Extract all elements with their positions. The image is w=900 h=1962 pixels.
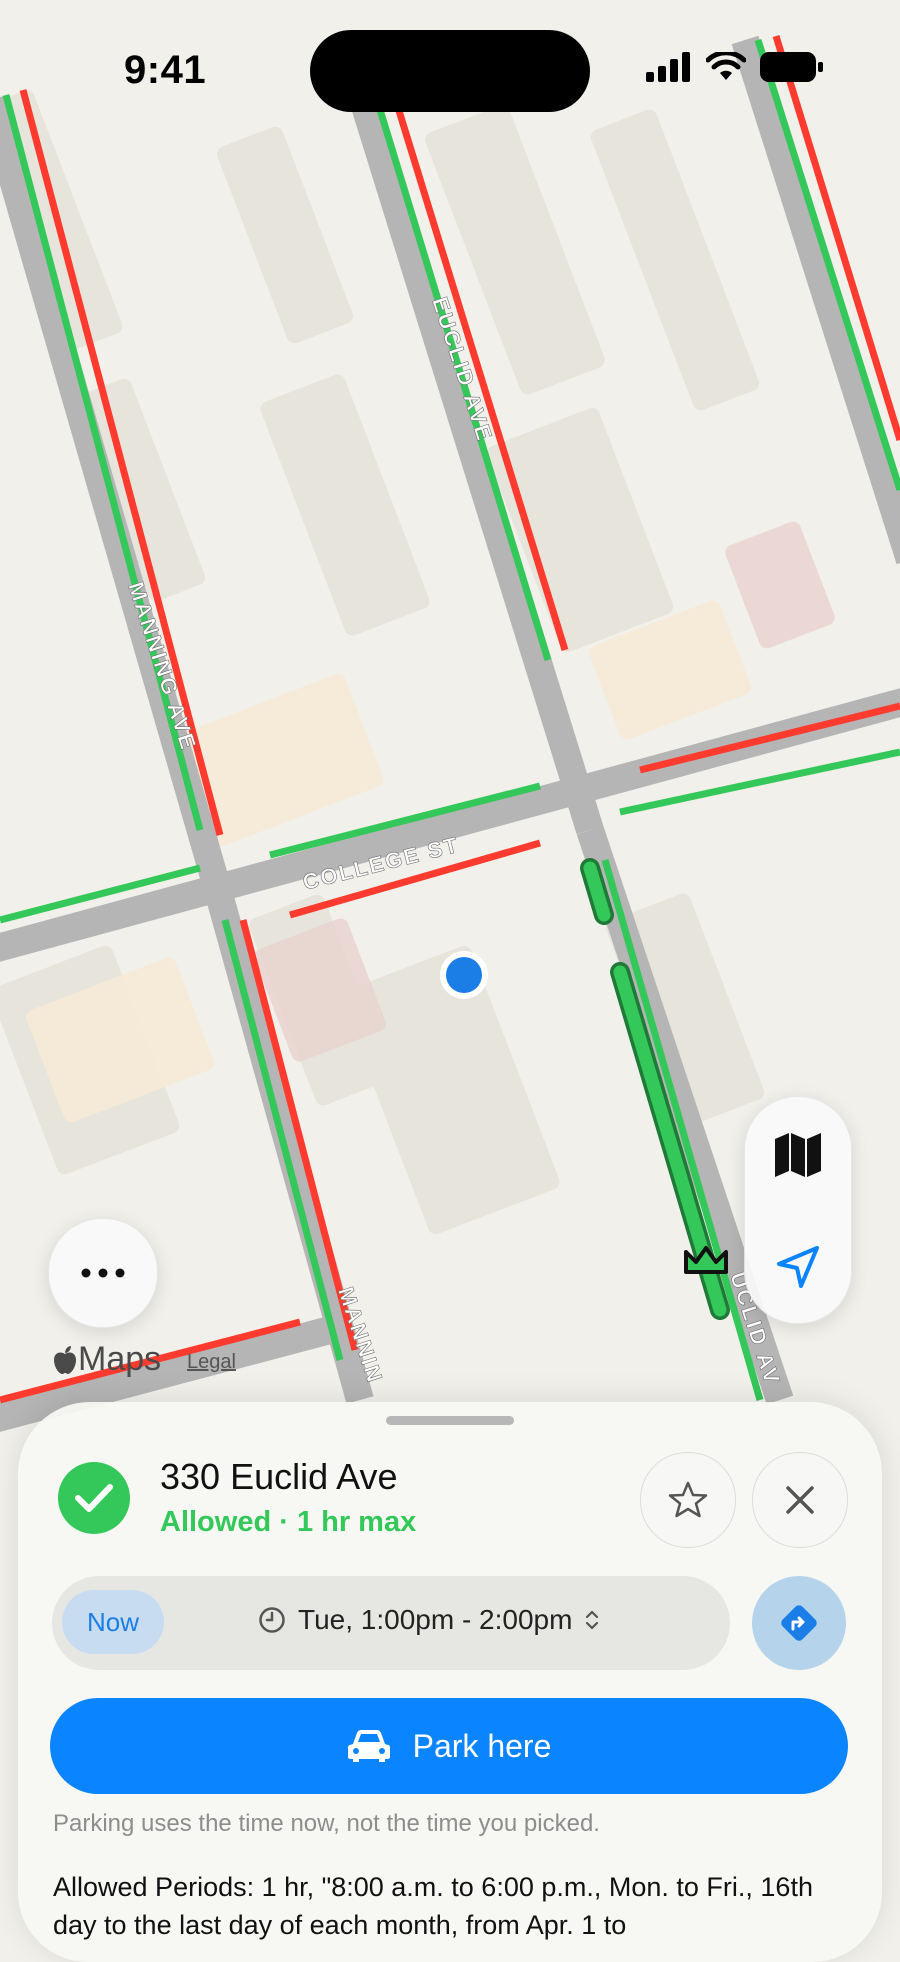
- parking-hint: Parking uses the time now, not the time …: [53, 1810, 600, 1837]
- car-icon: [347, 1730, 390, 1762]
- parking-rule: Allowed · 1 hr max: [160, 1506, 417, 1538]
- star-icon: [668, 1481, 708, 1518]
- status-icons: [646, 52, 824, 82]
- status-time: 9:41: [124, 48, 207, 92]
- time-range-picker[interactable]: Tue, 1:00pm - 2:00pm: [258, 1604, 600, 1636]
- status-bar: 9:41: [0, 0, 900, 150]
- close-icon: [786, 1486, 814, 1514]
- current-location-icon: [440, 951, 488, 999]
- legal-link[interactable]: Legal: [187, 1351, 236, 1374]
- park-here-button[interactable]: Park here: [50, 1698, 848, 1794]
- apple-logo-icon: [54, 1345, 76, 1374]
- clock-icon: [259, 1607, 285, 1633]
- sheet-grabber[interactable]: [386, 1416, 514, 1425]
- location-arrow-icon[interactable]: [775, 1244, 821, 1290]
- ellipsis-icon: [81, 1268, 125, 1278]
- maps-attribution: Maps: [52, 1340, 161, 1379]
- directions-button[interactable]: [752, 1576, 846, 1670]
- address-title: 330 Euclid Ave: [160, 1456, 398, 1497]
- battery-icon: [760, 52, 823, 82]
- dynamic-island: [310, 30, 590, 112]
- allowed-status-indicator: [58, 1462, 130, 1534]
- map-controls: [744, 1096, 852, 1324]
- cellular-signal-icon: [646, 52, 690, 82]
- more-options-button[interactable]: [48, 1218, 158, 1328]
- favorite-button[interactable]: [640, 1452, 736, 1548]
- map-icon[interactable]: [773, 1131, 823, 1177]
- now-button[interactable]: Now: [62, 1590, 164, 1654]
- allowed-periods-text: Allowed Periods: 1 hr, "8:00 a.m. to 6:0…: [53, 1872, 813, 1940]
- time-range-label: Tue, 1:00pm - 2:00pm: [298, 1604, 573, 1635]
- close-button[interactable]: [752, 1452, 848, 1548]
- chevron-up-down-icon: [586, 1610, 599, 1630]
- parking-detail-sheet: 330 Euclid Ave Allowed · 1 hr max Now Tu…: [18, 1402, 882, 1962]
- wifi-icon: [706, 52, 746, 80]
- time-selector: Now Tue, 1:00pm - 2:00pm: [52, 1576, 730, 1670]
- maps-label: Maps: [78, 1340, 162, 1378]
- park-here-label: Park here: [412, 1727, 552, 1764]
- directions-icon: [781, 1605, 817, 1641]
- checkmark-icon: [75, 1484, 113, 1512]
